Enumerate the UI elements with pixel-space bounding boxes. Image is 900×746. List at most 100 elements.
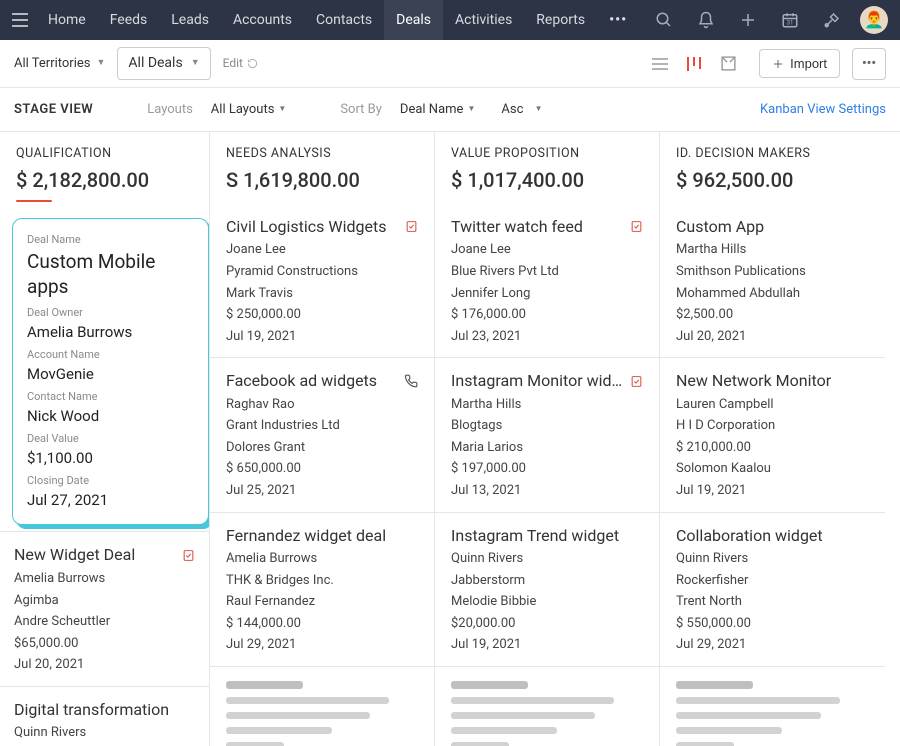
deal-card[interactable]: New Widget DealAmelia BurrowsAgimbaAndre…	[0, 531, 209, 685]
deal-card-highlight[interactable]: Deal NameCustom Mobile appsDeal OwnerAme…	[12, 218, 209, 526]
skeleton-card	[210, 666, 434, 746]
import-button[interactable]: Import	[759, 49, 840, 78]
deal-amount: $2,500.00	[676, 306, 869, 324]
deal-account: H I D Corporation	[676, 417, 869, 435]
deal-account: Rockerfisher	[676, 572, 869, 590]
kanban-column: QUALIFICATION $ 2,182,800.00 Deal NameCust…	[0, 132, 210, 746]
nav-item-reports[interactable]: Reports	[524, 0, 597, 40]
kanban-settings-link[interactable]: Kanban View Settings	[760, 101, 886, 119]
deal-card[interactable]: New Network Monitor Lauren Campbell H I D …	[660, 357, 885, 511]
nav-items: HomeFeedsLeadsAccountsContactsDealsActiv…	[36, 0, 597, 40]
deal-title: Custom App	[676, 216, 869, 238]
deal-contact: Melodie Bibbie	[451, 593, 643, 611]
quick-create-icon[interactable]	[728, 0, 768, 40]
skeleton-card	[435, 666, 659, 746]
sortby-dropdown[interactable]: Deal Name▼	[400, 101, 475, 119]
kanban-column: VALUE PROPOSITION$ 1,017,400.00Twitter w…	[435, 132, 660, 746]
deal-owner: Lauren Campbell	[676, 396, 869, 414]
search-icon[interactable]	[644, 0, 684, 40]
deal-contact: Jennifer Long	[451, 285, 643, 303]
deal-title: Civil Logistics Widgets	[226, 216, 399, 238]
nav-item-feeds[interactable]: Feeds	[98, 0, 160, 40]
nav-item-leads[interactable]: Leads	[159, 0, 221, 40]
column-body: Deal NameCustom Mobile appsDeal OwnerAme…	[0, 212, 209, 746]
nav-item-activities[interactable]: Activities	[443, 0, 524, 40]
deal-owner: Amelia Burrows	[14, 570, 195, 588]
column-header: ID. DECISION MAKERS$ 962,500.00	[660, 132, 885, 204]
task-icon	[405, 220, 418, 233]
pipeline-label: All Deals	[128, 54, 182, 73]
task-icon	[630, 220, 643, 233]
chevron-down-icon: ▼	[96, 57, 105, 69]
svg-text:31: 31	[787, 20, 794, 27]
nav-item-accounts[interactable]: Accounts	[221, 0, 304, 40]
canvas-view-icon[interactable]	[716, 51, 741, 76]
kanban-view-icon[interactable]	[682, 52, 706, 76]
kanban-board: QUALIFICATION $ 2,182,800.00 Deal NameCust…	[0, 132, 900, 746]
territory-label: All Territories	[14, 55, 90, 73]
deal-date: Jul 20, 2021	[676, 328, 869, 346]
deal-card[interactable]: Instagram Trend widgetQuinn RiversJabber…	[435, 512, 659, 666]
calendar-icon[interactable]: 31	[770, 0, 810, 40]
deal-owner: Raghav Rao	[226, 396, 418, 414]
layouts-value: All Layouts	[211, 101, 275, 119]
chevron-down-icon: ▼	[535, 104, 543, 115]
pipeline-dropdown[interactable]: All Deals ▼	[117, 47, 210, 80]
tools-icon[interactable]	[812, 0, 852, 40]
nav-item-contacts[interactable]: Contacts	[304, 0, 384, 40]
layouts-dropdown[interactable]: All Layouts▼	[211, 101, 287, 119]
deal-title: New Network Monitor	[676, 370, 869, 392]
deal-contact: Dolores Grant	[226, 439, 418, 457]
column-title: QUALIFICATION	[16, 146, 193, 163]
contact-name-value: Nick Wood	[27, 406, 194, 426]
deal-card[interactable]: Custom AppMartha HillsSmithson Publicati…	[660, 204, 885, 357]
deal-name-value: Custom Mobile apps	[27, 249, 194, 300]
deal-title: Collaboration widget	[676, 525, 869, 547]
deal-card[interactable]: Twitter watch feedJoane LeeBlue Rivers P…	[435, 204, 659, 357]
deal-card[interactable]: Facebook ad widgetsRaghav RaoGrant Indus…	[210, 357, 434, 511]
field-label: Contact Name	[27, 390, 194, 405]
deal-amount: $ 650,000.00	[226, 460, 418, 478]
column-total: $ 2,182,800.00	[16, 167, 193, 194]
nav-item-home[interactable]: Home	[36, 0, 98, 40]
deal-amount: $ 144,000.00	[226, 615, 418, 633]
deal-contact: Mark Travis	[226, 285, 418, 303]
list-view-icon[interactable]	[648, 53, 672, 75]
deal-account: Grant Industries Ltd	[226, 417, 418, 435]
kanban-column: ID. DECISION MAKERS$ 962,500.00Custom Ap…	[660, 132, 885, 746]
deal-owner: Quinn Rivers	[676, 550, 869, 568]
sort-direction-value: Asc	[501, 101, 523, 119]
menu-toggle-icon[interactable]	[6, 0, 34, 40]
sort-direction-dropdown[interactable]: Asc ▼	[501, 101, 542, 119]
territory-dropdown[interactable]: All Territories ▼	[14, 55, 105, 73]
deal-account: Jabberstorm	[451, 572, 643, 590]
column-title: VALUE PROPOSITION	[451, 146, 643, 163]
stage-view-label: STAGE VIEW	[14, 101, 93, 119]
nav-more-icon[interactable]: •••	[599, 0, 637, 40]
deal-card[interactable]: Collaboration widget Quinn Rivers Rockerfi…	[660, 512, 885, 666]
deal-card[interactable]: Instagram Monitor widgetMartha HillsBlog…	[435, 357, 659, 511]
nav-item-deals[interactable]: Deals	[384, 0, 443, 40]
deal-card[interactable]: Civil Logistics WidgetsJoane LeePyramid …	[210, 204, 434, 357]
user-avatar[interactable]: 👨‍🦰	[860, 6, 888, 34]
deal-date: Jul 19, 2021	[676, 482, 869, 500]
deal-contact: Trent North	[676, 593, 869, 611]
edit-label: Edit	[223, 55, 243, 71]
deal-date: Jul 29, 2021	[676, 636, 869, 654]
phone-icon	[404, 374, 418, 388]
deal-amount: $20,000.00	[451, 615, 643, 633]
deal-title: Fernandez widget deal	[226, 525, 418, 547]
deal-date: Jul 13, 2021	[451, 482, 643, 500]
notifications-icon[interactable]	[686, 0, 726, 40]
overflow-menu-icon[interactable]: •••	[852, 48, 886, 80]
edit-link[interactable]: Edit	[223, 55, 258, 71]
account-name-value: MovGenie	[27, 364, 194, 384]
field-label: Deal Value	[27, 432, 194, 447]
deal-card[interactable]: Digital transformationQuinn RiversAlcoa …	[0, 686, 209, 746]
task-icon	[630, 375, 643, 388]
column-header: NEEDS ANALYSISS 1,619,800.00	[210, 132, 434, 204]
chevron-down-icon: ▼	[191, 57, 200, 69]
deal-value-value: $1,100.00	[27, 448, 194, 468]
avatar-emoji: 👨‍🦰	[864, 9, 884, 31]
deal-card[interactable]: Fernandez widget dealAmelia BurrowsTHK &…	[210, 512, 434, 666]
